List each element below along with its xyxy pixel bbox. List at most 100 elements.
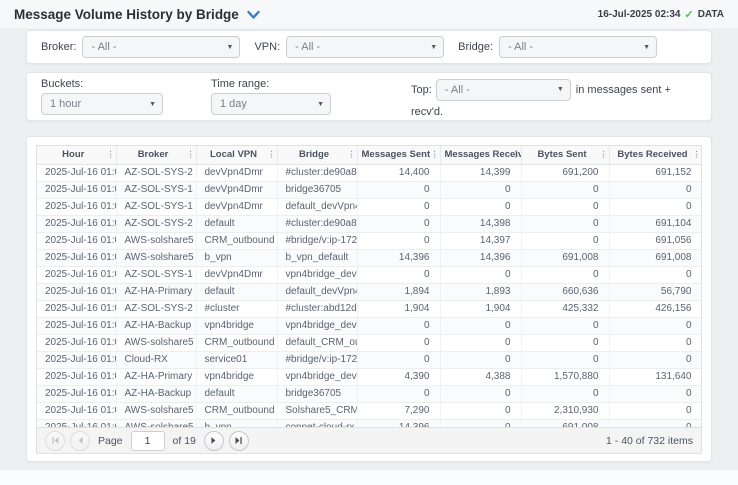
table-cell: 0	[521, 351, 609, 368]
table-row[interactable]: 2025-Jul-16 01:00AZ-HA-Primaryvpn4bridge…	[37, 368, 701, 385]
column-header-hour[interactable]: Hour⋮	[37, 146, 116, 164]
table-cell: default_devVpn4Dmr	[277, 283, 357, 300]
table-cell: AWS-solshare5	[116, 232, 196, 249]
table-row[interactable]: 2025-Jul-16 01:00AZ-HA-Backupdefaultbrid…	[37, 385, 701, 402]
column-header-label: Bytes Sent	[537, 149, 586, 160]
table-row[interactable]: 2025-Jul-16 01:00Cloud-RXservice01#bridg…	[37, 351, 701, 368]
table-cell: 691,008	[521, 419, 609, 427]
table-cell: 4,388	[440, 368, 521, 385]
column-header-label: Bytes Received	[617, 149, 687, 160]
column-header-messages-sent[interactable]: Messages Sent⋮	[357, 146, 440, 164]
table-cell: 2025-Jul-16 01:00	[37, 300, 116, 317]
column-menu-icon[interactable]: ⋮	[268, 150, 275, 159]
column-header-label: Bridge	[299, 149, 329, 160]
first-page-button[interactable]	[45, 431, 65, 451]
table-cell: 0	[521, 198, 609, 215]
table-row[interactable]: 2025-Jul-16 01:00AZ-SOL-SYS-1devVpn4Dmrd…	[37, 198, 701, 215]
table-cell: 0	[609, 198, 701, 215]
table-row[interactable]: 2025-Jul-16 01:00AZ-HA-Primarydefaultdef…	[37, 283, 701, 300]
table-row[interactable]: 2025-Jul-16 01:00AWS-solshare5b_vpnb_vpn…	[37, 249, 701, 266]
last-page-button[interactable]	[229, 431, 249, 451]
table-cell: 0	[440, 181, 521, 198]
table-cell: devVpn4Dmr	[196, 181, 277, 198]
table-cell: #cluster:de90a8c692	[277, 215, 357, 232]
column-header-bridge[interactable]: Bridge ⋮	[277, 146, 357, 164]
column-menu-icon[interactable]: ⋮	[693, 150, 700, 159]
buckets-dropdown[interactable]: 1 hour ▼	[41, 93, 163, 115]
table-cell: 0	[440, 351, 521, 368]
last-updated-timestamp: 16-Jul-2025 02:34	[598, 9, 681, 20]
column-menu-icon[interactable]: ⋮	[600, 150, 607, 159]
data-grid: Hour⋮Broker⋮Local VPN⋮Bridge⋮Messages Se…	[36, 145, 702, 454]
grid-panel: Hour⋮Broker⋮Local VPN⋮Bridge⋮Messages Se…	[26, 136, 712, 462]
table-cell: 0	[521, 215, 609, 232]
table-row[interactable]: 2025-Jul-16 01:00AZ-SOL-SYS-2default#clu…	[37, 215, 701, 232]
table-cell: default	[196, 283, 277, 300]
table-cell: 0	[609, 266, 701, 283]
table-row[interactable]: 2025-Jul-16 01:00AWS-solshare5b_vpnconne…	[37, 419, 701, 427]
column-header-messages-received[interactable]: Messages Received⋮	[440, 146, 521, 164]
table-row[interactable]: 2025-Jul-16 01:00AZ-SOL-SYS-2devVpn4Dmr#…	[37, 164, 701, 181]
table-cell: 0	[609, 351, 701, 368]
table-cell: 691,104	[609, 215, 701, 232]
table-row[interactable]: 2025-Jul-16 01:00AWS-solshare5CRM_outbou…	[37, 334, 701, 351]
column-menu-icon[interactable]: ⋮	[107, 150, 114, 159]
page-number-input[interactable]	[131, 431, 165, 451]
previous-page-button[interactable]	[70, 431, 90, 451]
table-row[interactable]: 2025-Jul-16 01:00AZ-HA-Backupvpn4bridgev…	[37, 317, 701, 334]
table-cell: AZ-HA-Backup	[116, 317, 196, 334]
column-menu-icon[interactable]: ⋮	[348, 150, 355, 159]
dropdown-arrow-icon: ▼	[430, 44, 437, 51]
table-cell: 2025-Jul-16 01:00	[37, 198, 116, 215]
table-header-row: Hour⋮Broker⋮Local VPN⋮Bridge⋮Messages Se…	[37, 146, 701, 164]
column-header-local-vpn[interactable]: Local VPN⋮	[196, 146, 277, 164]
table-cell: 0	[609, 317, 701, 334]
column-header-label: Messages Sent	[362, 149, 431, 160]
table-cell: AZ-SOL-SYS-1	[116, 266, 196, 283]
table-cell: 131,640	[609, 368, 701, 385]
vpn-dropdown[interactable]: - All - ▼	[286, 36, 444, 58]
table-row[interactable]: 2025-Jul-16 01:00AZ-SOL-SYS-1devVpn4Dmrv…	[37, 266, 701, 283]
table-cell: 0	[521, 334, 609, 351]
column-header-bytes-sent[interactable]: Bytes Sent ⋮	[521, 146, 609, 164]
table-cell: AZ-SOL-SYS-1	[116, 181, 196, 198]
column-header-bytes-received[interactable]: Bytes Received ⋮	[609, 146, 701, 164]
table-cell: 0	[440, 334, 521, 351]
table-row[interactable]: 2025-Jul-16 01:00AWS-solshare5CRM_outbou…	[37, 402, 701, 419]
bridge-dropdown[interactable]: - All - ▼	[499, 36, 657, 58]
top-dropdown[interactable]: - All - ▼	[436, 79, 571, 101]
column-header-label: Messages Received	[445, 149, 522, 160]
table-cell: 1,570,880	[521, 368, 609, 385]
column-header-broker[interactable]: Broker⋮	[116, 146, 196, 164]
table-cell: 14,398	[440, 215, 521, 232]
grid-scroll-area[interactable]: Hour⋮Broker⋮Local VPN⋮Bridge⋮Messages Se…	[37, 146, 701, 427]
check-icon: ✓	[684, 8, 693, 21]
dropdown-arrow-icon: ▼	[227, 44, 234, 51]
column-menu-icon[interactable]: ⋮	[187, 150, 194, 159]
table-cell: 0	[521, 385, 609, 402]
table-cell: vpn4bridge_devVpn4Dmr	[277, 317, 357, 334]
table-cell: 426,156	[609, 300, 701, 317]
table-cell: vpn4bridge	[196, 317, 277, 334]
table-cell: 56,790	[609, 283, 701, 300]
table-cell: 0	[440, 402, 521, 419]
table-cell: 0	[357, 181, 440, 198]
table-cell: default	[196, 215, 277, 232]
broker-dropdown[interactable]: - All - ▼	[82, 36, 240, 58]
table-cell: #cluster:abd12d5faf6	[277, 300, 357, 317]
table-cell: b_vpn	[196, 249, 277, 266]
table-row[interactable]: 2025-Jul-16 01:00AZ-SOL-SYS-2#cluster#cl…	[37, 300, 701, 317]
table-cell: 1,904	[357, 300, 440, 317]
time-range-label: Time range:	[211, 78, 411, 90]
column-menu-icon[interactable]: ⋮	[512, 150, 519, 159]
column-menu-icon[interactable]: ⋮	[431, 150, 438, 159]
table-cell: 0	[521, 317, 609, 334]
table-row[interactable]: 2025-Jul-16 01:00AZ-SOL-SYS-1devVpn4Dmrb…	[37, 181, 701, 198]
table-cell: 4,390	[357, 368, 440, 385]
next-page-button[interactable]	[204, 431, 224, 451]
chevron-down-icon[interactable]	[247, 10, 260, 20]
table-row[interactable]: 2025-Jul-16 01:00AWS-solshare5CRM_outbou…	[37, 232, 701, 249]
time-range-dropdown[interactable]: 1 day ▼	[211, 93, 331, 115]
table-cell: 2025-Jul-16 01:00	[37, 419, 116, 427]
table-cell: 0	[440, 419, 521, 427]
